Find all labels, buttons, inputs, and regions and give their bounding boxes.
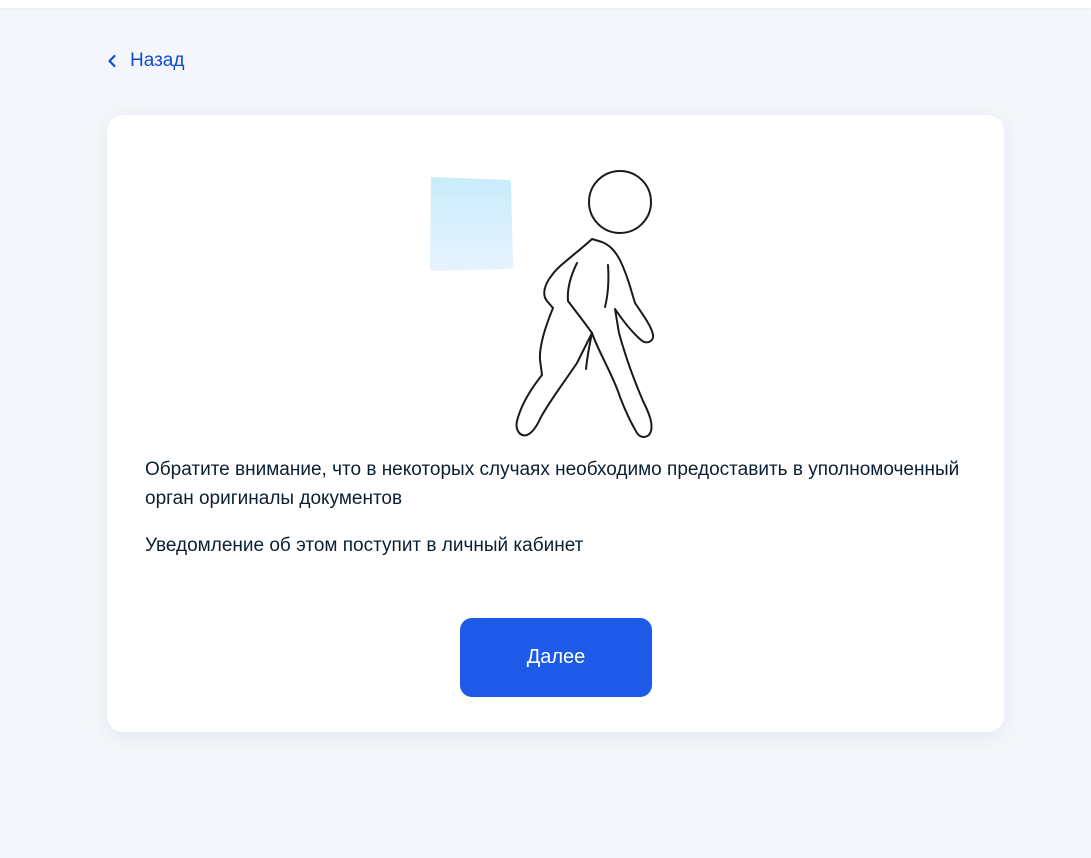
notice-card: Обратите внимание, что в некоторых случа… [107, 115, 1004, 732]
top-bar [0, 0, 1091, 8]
notice-paragraph-originals: Обратите внимание, что в некоторых случа… [145, 459, 960, 509]
back-link-label: Назад [130, 50, 185, 71]
notice-text: Обратите внимание, что в некоторых случа… [145, 455, 975, 578]
walking-person-icon [427, 165, 687, 445]
notice-paragraph-cabinet: Уведомление об этом поступит в личный ка… [145, 535, 584, 556]
chevron-left-icon [106, 54, 120, 68]
next-button[interactable]: Далее [460, 618, 652, 697]
back-link[interactable]: Назад [106, 50, 184, 72]
